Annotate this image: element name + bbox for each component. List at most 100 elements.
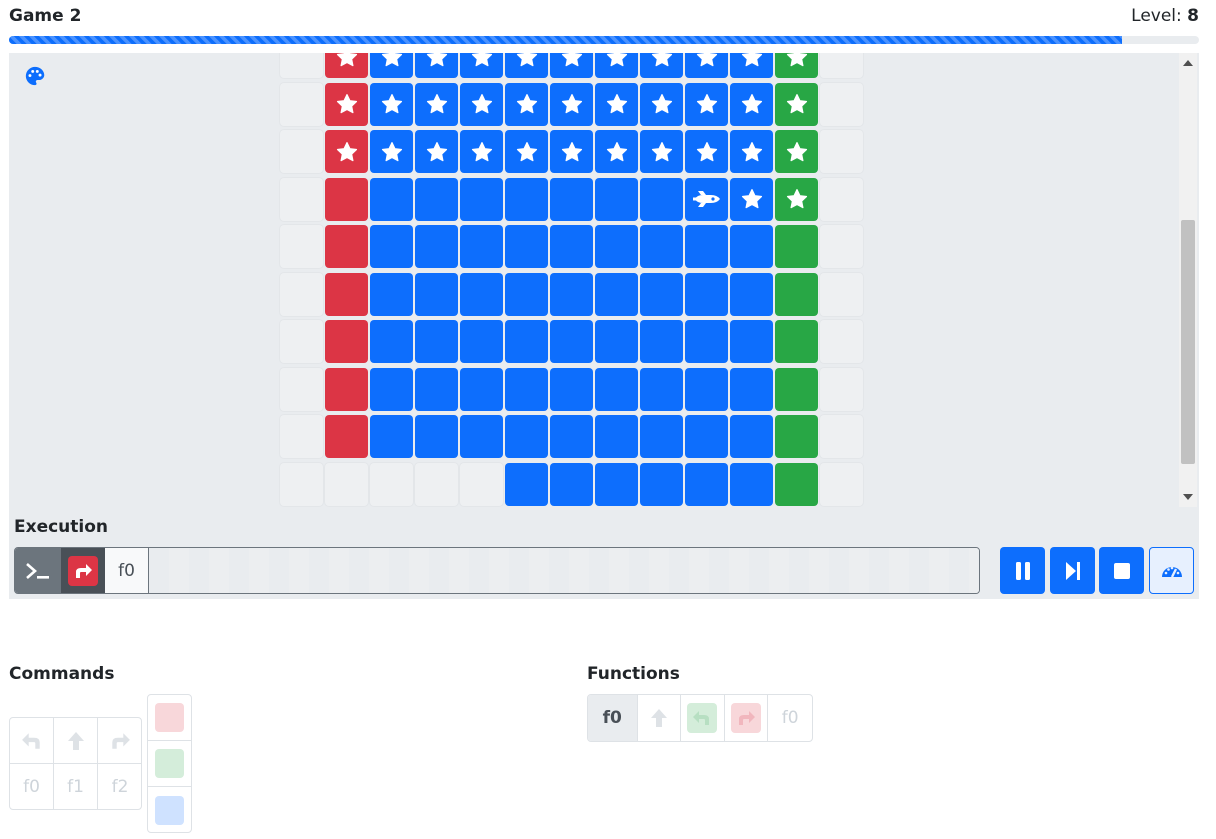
star-icon bbox=[336, 93, 358, 115]
star-icon bbox=[606, 93, 628, 115]
board-cell-blue bbox=[730, 130, 773, 173]
board-cell-blue bbox=[415, 367, 458, 411]
board-cell-blue bbox=[685, 82, 728, 126]
turn-right-icon bbox=[731, 703, 762, 733]
board-cell-blue bbox=[640, 367, 683, 411]
board-cell-blue bbox=[505, 53, 548, 78]
level-indicator: Level: 8 bbox=[1131, 6, 1199, 26]
board-cell-green bbox=[775, 415, 818, 458]
speed-icon bbox=[1161, 566, 1182, 578]
board-cell-blue bbox=[730, 320, 773, 363]
command-turn-right[interactable] bbox=[98, 718, 142, 764]
board-cell-red bbox=[325, 130, 368, 173]
board-cell-red bbox=[325, 53, 368, 78]
board-cell-blue bbox=[685, 320, 728, 363]
board-cell-blue bbox=[550, 462, 593, 506]
command-f2[interactable]: f2 bbox=[98, 764, 142, 810]
board-cell-blue bbox=[685, 415, 728, 458]
star-icon bbox=[741, 93, 763, 115]
star-icon bbox=[561, 141, 583, 163]
board-cell-blue bbox=[595, 53, 638, 78]
scroll-down-arrow-icon[interactable] bbox=[1179, 489, 1197, 505]
board-cell-blue bbox=[685, 367, 728, 411]
board-cell-red bbox=[325, 177, 368, 221]
level-label: Level: bbox=[1131, 6, 1182, 26]
board-cell-blue bbox=[595, 367, 638, 411]
board-cell-empty bbox=[280, 367, 323, 411]
board-cell-blue bbox=[550, 367, 593, 411]
command-f1[interactable]: f1 bbox=[54, 764, 98, 810]
board-cell-empty bbox=[280, 415, 323, 458]
star-icon bbox=[471, 93, 493, 115]
turn-right-icon bbox=[68, 555, 98, 586]
execution-stack: f0 bbox=[14, 547, 980, 594]
board-cell-blue bbox=[595, 225, 638, 268]
color-blue-button[interactable] bbox=[148, 787, 191, 833]
board-cell-empty bbox=[460, 462, 503, 506]
star-icon bbox=[516, 141, 538, 163]
star-icon bbox=[426, 93, 448, 115]
star-icon bbox=[471, 141, 493, 163]
board-cell-blue bbox=[685, 177, 728, 221]
palette-icon[interactable] bbox=[24, 65, 46, 87]
scroll-thumb[interactable] bbox=[1181, 220, 1195, 464]
star-icon bbox=[381, 53, 403, 68]
board-cell-green bbox=[775, 367, 818, 411]
step-button[interactable] bbox=[1050, 547, 1095, 594]
board-cell-blue bbox=[730, 272, 773, 316]
turn-left-icon bbox=[687, 703, 718, 733]
board-cell-blue bbox=[505, 462, 548, 506]
star-icon bbox=[516, 53, 538, 68]
board-cell-red bbox=[325, 272, 368, 316]
star-icon bbox=[651, 93, 673, 115]
board-cell-empty bbox=[280, 225, 323, 268]
board-cell-blue bbox=[505, 320, 548, 363]
color-red-button[interactable] bbox=[148, 695, 191, 741]
command-forward[interactable] bbox=[54, 718, 98, 764]
board-panel: Execution f0 bbox=[9, 53, 1199, 599]
board-cell-blue bbox=[595, 320, 638, 363]
board-cell-empty bbox=[280, 462, 323, 506]
star-icon bbox=[696, 141, 718, 163]
terminal-icon bbox=[15, 548, 61, 593]
command-turn-left[interactable] bbox=[10, 718, 54, 764]
board-cell-red bbox=[325, 320, 368, 363]
scroll-up-arrow-icon[interactable] bbox=[1179, 55, 1197, 71]
speed-button[interactable] bbox=[1149, 547, 1194, 594]
board-cell-blue bbox=[370, 53, 413, 78]
commands-palette: f0 f1 f2 bbox=[9, 717, 142, 810]
board-cell-blue bbox=[730, 462, 773, 506]
board-cell-blue bbox=[415, 225, 458, 268]
board-cell-blue bbox=[370, 320, 413, 363]
function-slot-2[interactable] bbox=[681, 695, 725, 741]
execution-queue bbox=[149, 548, 979, 593]
stop-button[interactable] bbox=[1099, 547, 1144, 594]
board-cell-blue bbox=[640, 462, 683, 506]
board-cell-blue bbox=[640, 320, 683, 363]
board-cell-blue bbox=[550, 272, 593, 316]
board-cell-green bbox=[775, 177, 818, 221]
star-icon bbox=[786, 141, 808, 163]
board-cell-empty bbox=[280, 177, 323, 221]
function-slot-4[interactable]: f0 bbox=[768, 695, 812, 741]
board-cell-blue bbox=[640, 272, 683, 316]
command-f0[interactable]: f0 bbox=[10, 764, 54, 810]
function-slot-1[interactable] bbox=[638, 695, 682, 741]
star-icon bbox=[381, 141, 403, 163]
color-green-button[interactable] bbox=[148, 741, 191, 787]
pause-button[interactable] bbox=[1000, 547, 1045, 594]
board-cell-blue bbox=[685, 53, 728, 78]
board-cell-blue bbox=[550, 177, 593, 221]
header: Game 2 Level: 8 bbox=[9, 6, 1199, 30]
board-scrollbar[interactable] bbox=[1179, 53, 1197, 507]
board-cell-green bbox=[775, 53, 818, 78]
star-icon bbox=[606, 141, 628, 163]
board-cell-green bbox=[775, 272, 818, 316]
board-cell-empty bbox=[820, 415, 863, 458]
board-cell-empty bbox=[820, 320, 863, 363]
forward-icon bbox=[67, 731, 84, 750]
function-slot-3[interactable] bbox=[725, 695, 769, 741]
board-cell-blue bbox=[370, 82, 413, 126]
function-f0-row: f0 f0 bbox=[587, 694, 813, 742]
board-cell-blue bbox=[505, 177, 548, 221]
